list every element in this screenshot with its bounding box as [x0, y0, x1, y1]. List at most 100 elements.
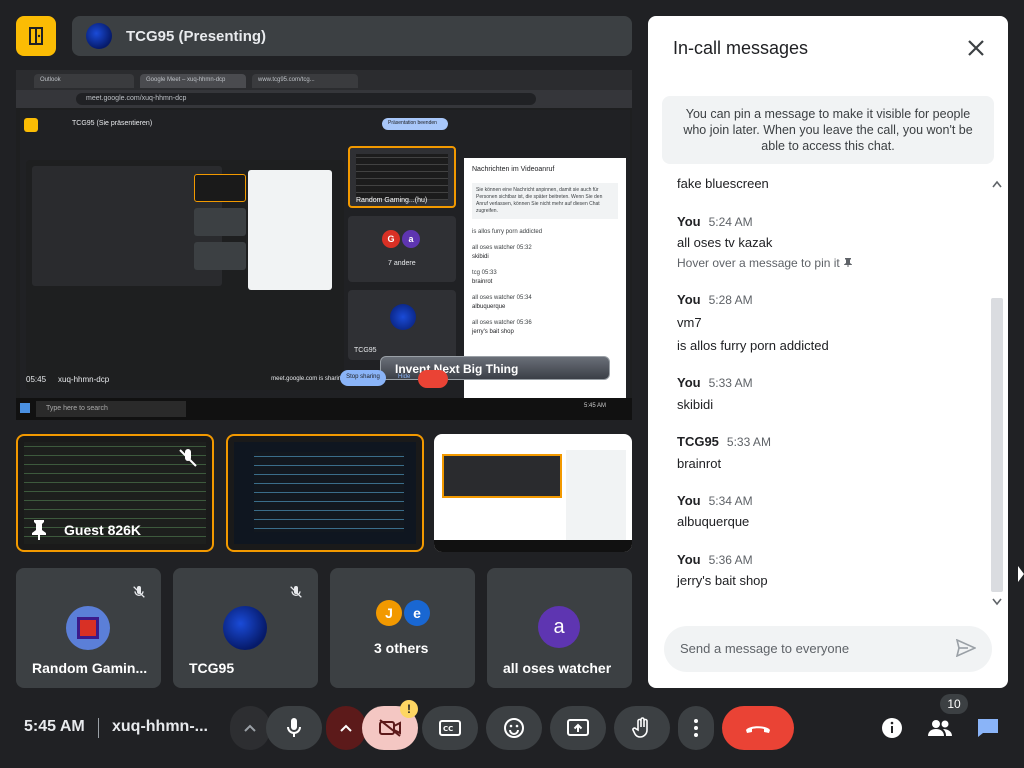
more-options-button[interactable] [678, 706, 714, 750]
inner-tile: Random Gaming...(hu) [348, 146, 456, 208]
participant-tile-others[interactable]: J e 3 others [330, 568, 475, 688]
participant-tile-guest[interactable]: Guest 826K [16, 434, 214, 552]
message-text[interactable]: all oses tv kazak [677, 235, 772, 250]
message-header: You 5:24 AM [677, 214, 753, 229]
people-icon [928, 720, 952, 736]
participant-tile-all-oses-watcher[interactable]: a all oses watcher [487, 568, 632, 688]
inner-others-tile: G a 7 andere [348, 216, 456, 282]
chat-button[interactable] [970, 710, 1006, 746]
present-button[interactable] [550, 706, 606, 750]
inner-stop-sharing: Stop sharing [340, 370, 386, 386]
participant-tile-screen-2[interactable] [434, 434, 632, 552]
send-icon[interactable] [956, 639, 976, 657]
avatar [66, 606, 110, 650]
screen-content [442, 454, 562, 498]
participant-name: Guest 826K [64, 522, 142, 538]
close-icon[interactable] [966, 38, 986, 58]
browser-tab-strip: Outlook Google Meet – xuq-hhmn-dcp www.t… [16, 70, 632, 90]
divider [98, 718, 99, 738]
chat-message-input[interactable]: Send a message to everyone [664, 626, 992, 672]
meeting-code: xuq-hhmn-... [112, 718, 208, 735]
camera-off-icon [379, 719, 401, 737]
cursor-icon [1018, 566, 1024, 582]
message-text[interactable]: fake bluescreen [677, 176, 769, 191]
mic-off-icon [133, 586, 145, 598]
scroll-down-icon[interactable] [992, 598, 1002, 606]
participant-name: all oses watcher [503, 660, 612, 676]
pin-icon [32, 520, 46, 540]
browser-tab: www.tcg95.com/tcg... [252, 74, 358, 88]
inner-hide: Hide [398, 374, 411, 380]
message-text[interactable]: jerry's bait shop [677, 573, 768, 588]
chevron-up-icon [244, 724, 256, 732]
hand-icon [632, 717, 648, 738]
end-call-icon [746, 726, 770, 733]
chat-icon [978, 719, 998, 737]
message-text[interactable]: skibidi [677, 397, 713, 412]
message-text[interactable]: vm7 [677, 315, 702, 330]
people-button[interactable]: 10 [922, 694, 968, 746]
message-text[interactable]: brainrot [677, 456, 721, 471]
video-options-button[interactable] [326, 706, 366, 750]
captions-button[interactable]: CC [422, 706, 478, 750]
present-screen-icon [567, 719, 589, 736]
audio-options-button[interactable] [230, 706, 270, 750]
message-text[interactable]: is allos furry porn addicted [677, 338, 829, 353]
avatar: e [404, 600, 430, 626]
raise-hand-button[interactable] [614, 706, 670, 750]
pin-hint: Hover over a message to pin it [677, 256, 853, 270]
inner-tcg-tile: TCG95 [348, 290, 456, 360]
reactions-button[interactable] [486, 706, 542, 750]
chat-panel: In-call messages You can pin a message t… [648, 16, 1008, 688]
warning-badge: ! [400, 700, 418, 718]
taskbar-clock: 5:45 AM [583, 403, 606, 409]
message-header: TCG95 5:33 AM [677, 434, 771, 449]
browser-address-bar: meet.google.com/xuq-hhmn-dcp [76, 93, 536, 105]
presentation-view: Outlook Google Meet – xuq-hhmn-dcp www.t… [16, 70, 632, 420]
participant-tile-random-gaming[interactable]: Random Gamin... [16, 568, 161, 688]
inner-presenter-title: TCG95 (Sie präsentieren) [72, 120, 153, 127]
message-text[interactable]: albuquerque [677, 514, 749, 529]
participant-name: TCG95 [189, 660, 235, 676]
browser-tab: Outlook [34, 74, 134, 88]
microphone-button[interactable] [266, 706, 322, 750]
inner-end-call [418, 370, 448, 388]
avatar [86, 23, 112, 49]
scroll-up-icon[interactable] [992, 180, 1002, 188]
windows-icon [20, 403, 30, 413]
avatar [223, 606, 267, 650]
mic-off-icon [179, 449, 197, 467]
participant-name: 3 others [374, 640, 429, 656]
message-header: You 5:36 AM [677, 552, 753, 567]
presenter-bar: TCG95 (Presenting) [72, 16, 632, 56]
inner-bottom-bar: 05:45 xuq-hhmn-dcp meet.google.com is sh… [26, 374, 380, 384]
message-header: You 5:34 AM [677, 493, 753, 508]
emoji-icon [504, 718, 524, 738]
message-header: You 5:28 AM [677, 292, 753, 307]
microphone-icon [287, 718, 301, 737]
participant-tile-tcg95[interactable]: TCG95 [173, 568, 318, 688]
avatar: J [376, 600, 402, 626]
browser-url-row: meet.google.com/xuq-hhmn-dcp [16, 90, 632, 108]
participant-tile-screen[interactable] [226, 434, 424, 552]
logo [24, 118, 38, 132]
avatar: a [538, 606, 580, 648]
camera-button[interactable]: ! [362, 700, 418, 750]
svg-text:CC: CC [443, 725, 453, 733]
door-icon [29, 27, 43, 45]
meeting-info-button[interactable] [874, 710, 910, 746]
pin-info-banner: You can pin a message to make it visible… [662, 96, 994, 164]
presenter-title: TCG95 (Presenting) [126, 27, 267, 45]
captions-icon: CC [439, 720, 461, 736]
pin-icon [844, 258, 853, 267]
leave-call-button[interactable] [722, 706, 794, 750]
taskbar-search: Type here to search [36, 401, 186, 417]
inner-stop-presenting-button: Präsentation beenden [382, 118, 448, 130]
participant-name: Random Gamin... [32, 660, 148, 676]
scrollbar-thumb[interactable] [991, 298, 1003, 592]
shared-meet-window: TCG95 (Sie präsentieren) Präsentation be… [20, 110, 630, 410]
browser-tab: Google Meet – xuq-hhmn-dcp [140, 74, 246, 88]
taskbar: Type here to search 5:45 AM [16, 398, 632, 420]
participants-count-badge: 10 [940, 694, 968, 714]
meeting-details-button[interactable] [16, 16, 56, 56]
